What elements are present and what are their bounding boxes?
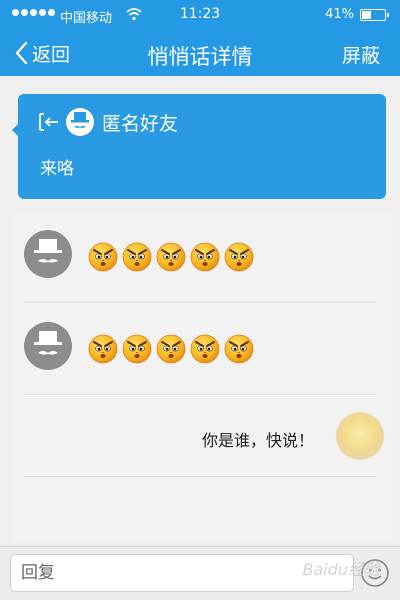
emoji-row [88,334,254,364]
top-hat-mustache-icon [34,331,62,355]
anonymous-avatar-icon [66,108,94,136]
reply-input-bar [0,546,400,600]
user-avatar[interactable] [24,230,72,278]
exit-arrow-icon [39,113,58,131]
reply-input[interactable] [10,554,354,592]
block-button[interactable]: 屏蔽 [342,41,380,68]
whisper-message-card: 匿名好友 来咯 [12,94,386,199]
user-avatar[interactable] [24,322,72,370]
angry-face-icon [190,242,220,272]
my-avatar[interactable] [336,412,384,460]
emoji-row [88,242,254,272]
sender-name: 匿名好友 [102,112,179,135]
battery-icon [360,9,389,21]
divider [24,302,376,303]
back-label: 返回 [32,43,71,66]
message-content: 来咯 [40,159,74,179]
top-hat-mustache-icon [34,239,62,263]
angry-face-icon [156,242,186,272]
back-button[interactable]: 返回 [14,30,70,76]
angry-face-icon [224,242,254,272]
divider [24,476,376,477]
angry-face-icon [122,334,152,364]
divider [24,394,376,395]
chevron-left-icon [15,41,28,65]
angry-face-icon [156,334,186,364]
angry-face-icon [88,334,118,364]
navigation-bar: 返回 悄悄话详情 屏蔽 [0,30,400,76]
angry-face-icon [88,242,118,272]
reply-text: 你是谁，快说！ [201,431,314,450]
message-header: 匿名好友 [38,108,178,136]
angry-face-icon [122,242,152,272]
smiley-icon[interactable] [360,558,390,588]
angry-face-icon [224,334,254,364]
reply-list[interactable]: 你是谁，快说！ [12,212,392,542]
battery-percent: 41% [325,7,354,22]
card-pointer [12,124,18,136]
status-bar: 中国移动 11:23 41% [0,0,400,30]
angry-face-icon [190,334,220,364]
